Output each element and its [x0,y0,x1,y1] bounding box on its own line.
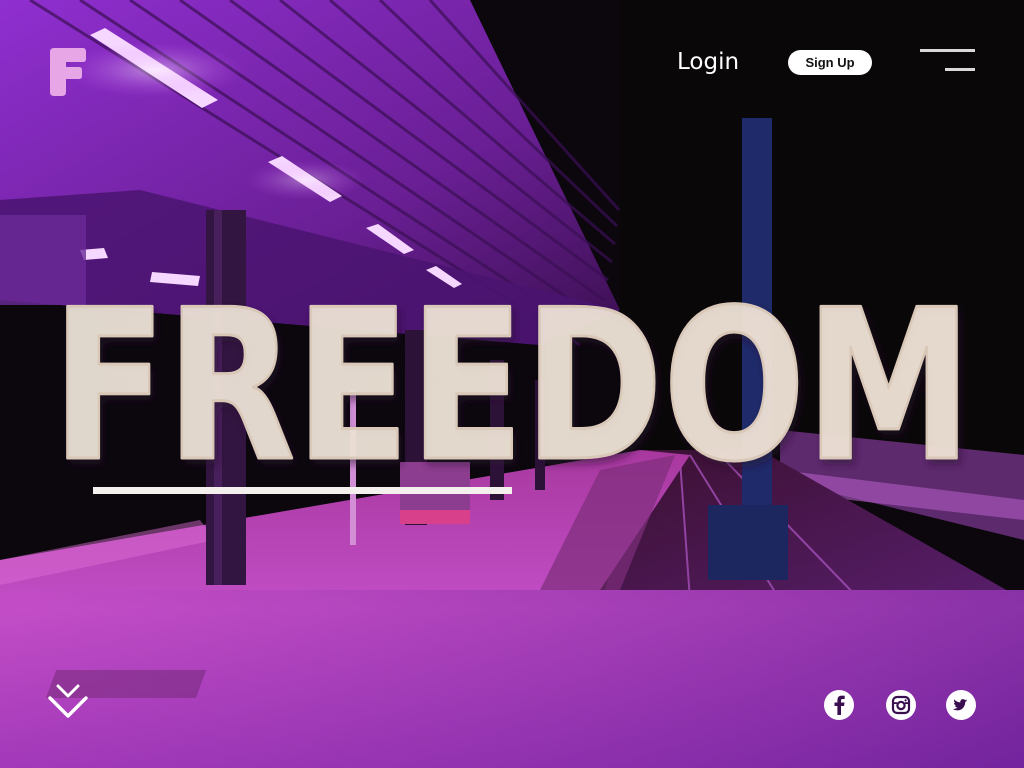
logo-letter: F [48,46,58,50]
sign-up-button[interactable]: Sign Up [788,50,872,75]
twitter-icon[interactable] [946,690,976,720]
instagram-icon[interactable] [886,690,916,720]
hero-section: F F Login Sign Up FREEDOM [0,0,1024,768]
login-link[interactable]: Login [677,48,739,76]
menu-line-top [920,49,975,52]
double-chevron-down-icon[interactable] [46,680,90,724]
hamburger-menu-icon[interactable] [918,44,978,78]
facebook-icon[interactable] [824,690,854,720]
hero-headline: FREEDOM [51,280,974,490]
menu-line-bottom [945,68,975,71]
headline-text: FREEDOM [52,280,972,490]
brand-logo[interactable]: F [48,46,88,98]
headline-underline [93,487,512,494]
